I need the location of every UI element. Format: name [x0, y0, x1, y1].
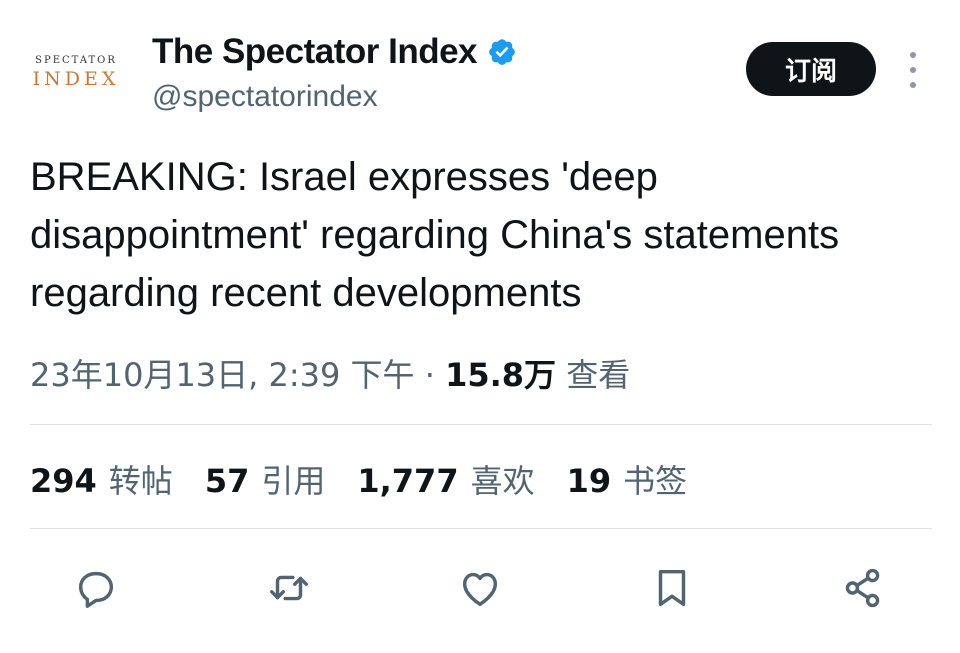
subscribe-button[interactable]: 订阅 — [746, 42, 876, 96]
meta-separator: · — [424, 356, 435, 394]
more-options-icon[interactable] — [903, 52, 923, 88]
avatar-text-top: SPECTATOR — [35, 55, 117, 66]
bookmark-icon — [658, 569, 686, 607]
bookmark-button[interactable] — [644, 560, 700, 616]
stat-label: 书签 — [623, 462, 688, 500]
stat-likes[interactable]: 1,777 喜欢 — [357, 456, 534, 502]
stat-count: 19 — [566, 462, 612, 500]
repost-button[interactable] — [261, 560, 317, 616]
divider — [30, 528, 932, 529]
retweet-icon — [270, 575, 308, 601]
stat-reposts[interactable]: 294 转帖 — [30, 456, 173, 502]
author-name-row: The Spectator Index — [152, 30, 517, 74]
stat-count: 294 — [30, 462, 97, 500]
stat-bookmarks[interactable]: 19 书签 — [567, 456, 688, 502]
stat-count: 57 — [204, 462, 250, 500]
views-count: 15.8万 — [445, 356, 557, 394]
action-bar — [0, 560, 960, 616]
stat-count: 1,777 — [357, 462, 459, 500]
stat-quotes[interactable]: 57 引用 — [205, 456, 326, 502]
views-label: 查看 — [566, 356, 631, 394]
share-icon — [845, 568, 880, 608]
tweet-text: BREAKING: Israel expresses 'deep disappo… — [30, 155, 840, 315]
stat-label: 喜欢 — [470, 462, 535, 500]
avatar-text-bottom: INDEX — [32, 68, 120, 90]
stat-label: 转帖 — [108, 462, 173, 500]
like-icon — [462, 572, 498, 607]
display-name[interactable]: The Spectator Index — [152, 32, 478, 72]
share-button[interactable] — [835, 560, 891, 616]
like-button[interactable] — [452, 560, 508, 616]
stat-label: 引用 — [261, 462, 326, 500]
reply-button[interactable] — [68, 560, 124, 616]
timestamp[interactable]: 23年10月13日, 2:39 下午 — [30, 356, 415, 394]
avatar[interactable]: SPECTATOR INDEX — [22, 54, 130, 100]
engagement-stats: 294 转帖 57 引用 1,777 喜欢 19 书签 — [30, 456, 719, 502]
handle[interactable]: @spectatorindex — [152, 80, 378, 114]
divider — [30, 424, 932, 425]
reply-icon — [78, 571, 114, 608]
verified-badge-icon[interactable] — [487, 37, 517, 67]
tweet-meta: 23年10月13日, 2:39 下午 · 15.8万 查看 — [30, 350, 630, 396]
